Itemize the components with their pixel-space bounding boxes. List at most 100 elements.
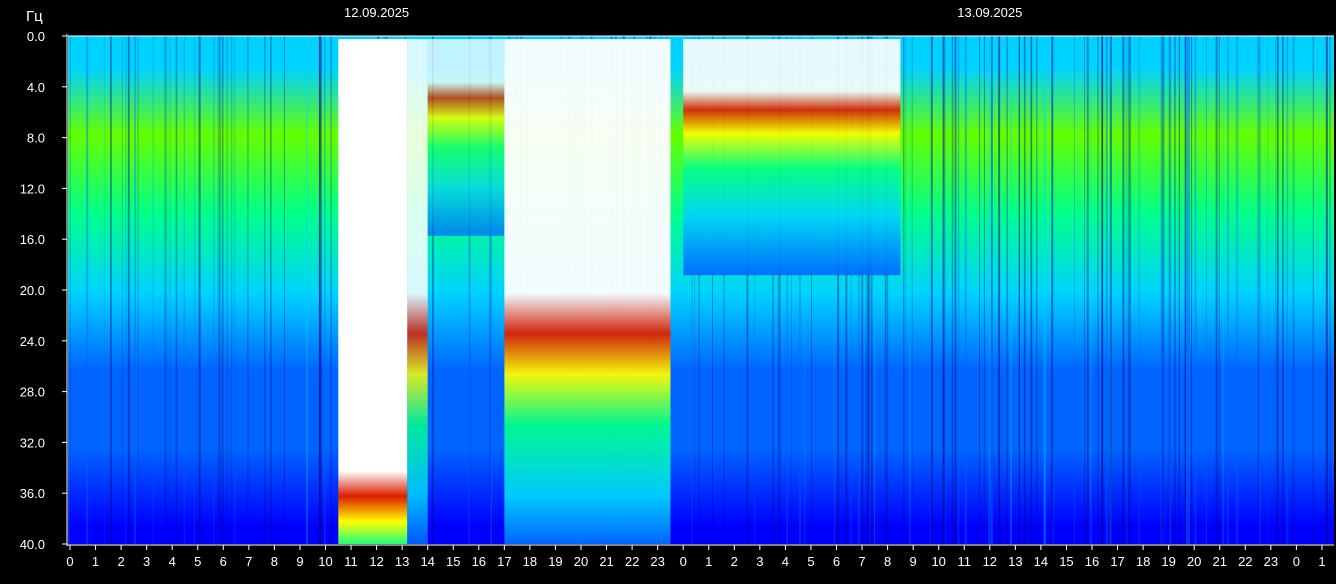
noise-streak [1215,36,1218,544]
spectrogram-chart: Гц 0.0 4.0 8.0 12.0 16.0 20.0 24.0 28.0 32.0 36.0… [20,5,1334,569]
noise-streak [1097,36,1099,544]
noise-streak [1006,36,1008,544]
noise-streak [1325,36,1328,544]
noise-streak [127,36,130,544]
noise-streak [1122,36,1125,544]
noise-streak [958,36,960,544]
y-tick-label: 24.0 [20,334,45,349]
noise-streak [1194,36,1197,544]
noise-streak [324,36,325,544]
noise-streak [1043,36,1046,544]
x-tick-label: 0 [680,554,687,569]
x-tick-label: 0 [66,554,73,569]
noise-streak [306,36,308,544]
x-tick-label: 4 [782,554,789,569]
noise-streak [1276,36,1278,544]
x-axis-ticks: 0 1 2 3 4 5 6 7 8 9 10 11 12 13 14 15 16 17 18 19 20 21 22 23 0 1… [66,545,1326,569]
date-labels: 12.09.2025 13.09.2025 [344,5,1022,20]
noise-streak [164,36,166,544]
noise-streak [1023,36,1026,544]
x-tick-label: 21 [599,554,613,569]
noise-streak [1051,36,1053,544]
x-tick-label: 14 [1034,554,1048,569]
y-axis: Гц 0.0 4.0 8.0 12.0 16.0 20.0 24.0 28.0 32.0 36.0… [20,8,68,552]
burst-region [504,39,671,544]
x-tick-label: 6 [220,554,227,569]
noise-streak [909,36,911,544]
noise-streak [931,36,933,544]
x-tick-label: 10 [931,554,945,569]
noise-streak [945,36,947,544]
x-tick-label: 5 [194,554,201,569]
noise-streak [222,36,224,544]
noise-streak [998,36,1000,544]
noise-streak [1101,36,1103,544]
noise-streak [1174,36,1176,544]
noise-streak [1222,36,1224,544]
noise-streak [1169,36,1171,544]
x-tick-label: 1 [1318,554,1325,569]
burst-region [407,39,428,544]
noise-streak [1160,36,1163,544]
x-tick-label: 19 [1161,554,1175,569]
x-tick-label: 20 [574,554,588,569]
noise-streak [137,36,139,544]
x-tick-label: 8 [271,554,278,569]
x-tick-label: 18 [1136,554,1150,569]
noise-streak [318,36,321,544]
x-tick-label: 7 [245,554,252,569]
y-tick-label: 0.0 [27,29,45,44]
noise-streak [1125,36,1128,544]
noise-streak [911,36,913,544]
noise-streak [264,36,266,544]
x-tick-label: 2 [117,554,124,569]
x-tick-label: 16 [1085,554,1099,569]
x-tick-label: 6 [833,554,840,569]
x-tick-label: 17 [497,554,511,569]
plot-area [68,35,1334,544]
noise-streak [1010,36,1012,544]
noise-streak [247,36,249,544]
y-tick-label: 20.0 [20,283,45,298]
noise-streak [1187,36,1190,544]
x-tick-label: 23 [1264,554,1278,569]
noise-streak [964,36,967,544]
burst-region [683,39,901,276]
noise-streak [166,36,168,544]
x-tick-label: 15 [446,554,460,569]
noise-streak [330,36,333,544]
x-tick-label: 7 [858,554,865,569]
noise-streak [1282,36,1284,544]
noise-streak [183,36,185,544]
noise-streak [1086,36,1089,544]
noise-streak [954,36,957,544]
noise-streak [1163,36,1165,544]
noise-streak [230,36,233,544]
y-tick-label: 16.0 [20,232,45,247]
x-tick-label: 8 [884,554,891,569]
x-tick-label: 16 [472,554,486,569]
noise-streak [1128,36,1131,544]
noise-streak [213,36,215,544]
noise-streak [983,36,985,544]
x-tick-label: 1 [92,554,99,569]
noise-streak [270,36,272,544]
noise-streak [233,36,236,544]
noise-streak [1205,36,1207,544]
x-tick-label: 12 [369,554,383,569]
y-tick-label: 36.0 [20,486,45,501]
noise-streak [951,36,954,544]
noise-streak [1275,36,1277,544]
x-tick-label: 19 [548,554,562,569]
y-tick-label: 12.0 [20,181,45,196]
noise-streak [990,36,993,544]
noise-streak [110,36,112,544]
x-tick-label: 17 [1110,554,1124,569]
x-tick-label: 18 [523,554,537,569]
noise-streak [1236,36,1239,544]
noise-streak [1138,36,1141,544]
noise-streak [943,36,945,544]
date-label: 12.09.2025 [344,5,409,20]
x-tick-label: 0 [1293,554,1300,569]
y-tick-label: 4.0 [27,80,45,95]
